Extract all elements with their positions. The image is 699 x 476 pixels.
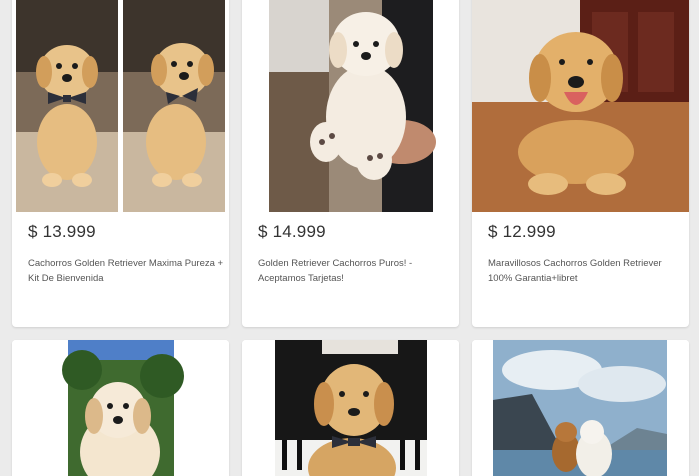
- listing-photo[interactable]: [472, 340, 689, 476]
- listing-price: $ 13.999: [28, 222, 96, 241]
- listing-photo[interactable]: [12, 340, 229, 476]
- listing-grid: $ 13.999 Cachorros Golden Retriever Maxi…: [0, 0, 699, 476]
- listing-title[interactable]: Cachorros Golden Retriever Maxima Pureza…: [28, 256, 224, 286]
- listing-price: $ 14.999: [258, 222, 326, 241]
- listing-title[interactable]: Maravillosos Cachorros Golden Retriever …: [488, 256, 684, 286]
- listing-card[interactable]: [12, 340, 229, 476]
- listing-photo[interactable]: [12, 0, 229, 212]
- listing-title[interactable]: Golden Retriever Cachorros Puros! - Acep…: [258, 256, 454, 286]
- listing-card[interactable]: $ 14.999 Golden Retriever Cachorros Puro…: [242, 0, 459, 327]
- listing-price: $ 12.999: [488, 222, 556, 241]
- listing-card[interactable]: [472, 340, 689, 476]
- listing-photo[interactable]: [242, 340, 459, 476]
- listing-photo[interactable]: [242, 0, 459, 212]
- listing-card[interactable]: $ 13.999 Cachorros Golden Retriever Maxi…: [12, 0, 229, 327]
- listing-card[interactable]: [242, 340, 459, 476]
- listing-card[interactable]: $ 12.999 Maravillosos Cachorros Golden R…: [472, 0, 689, 327]
- listing-photo[interactable]: [472, 0, 689, 212]
